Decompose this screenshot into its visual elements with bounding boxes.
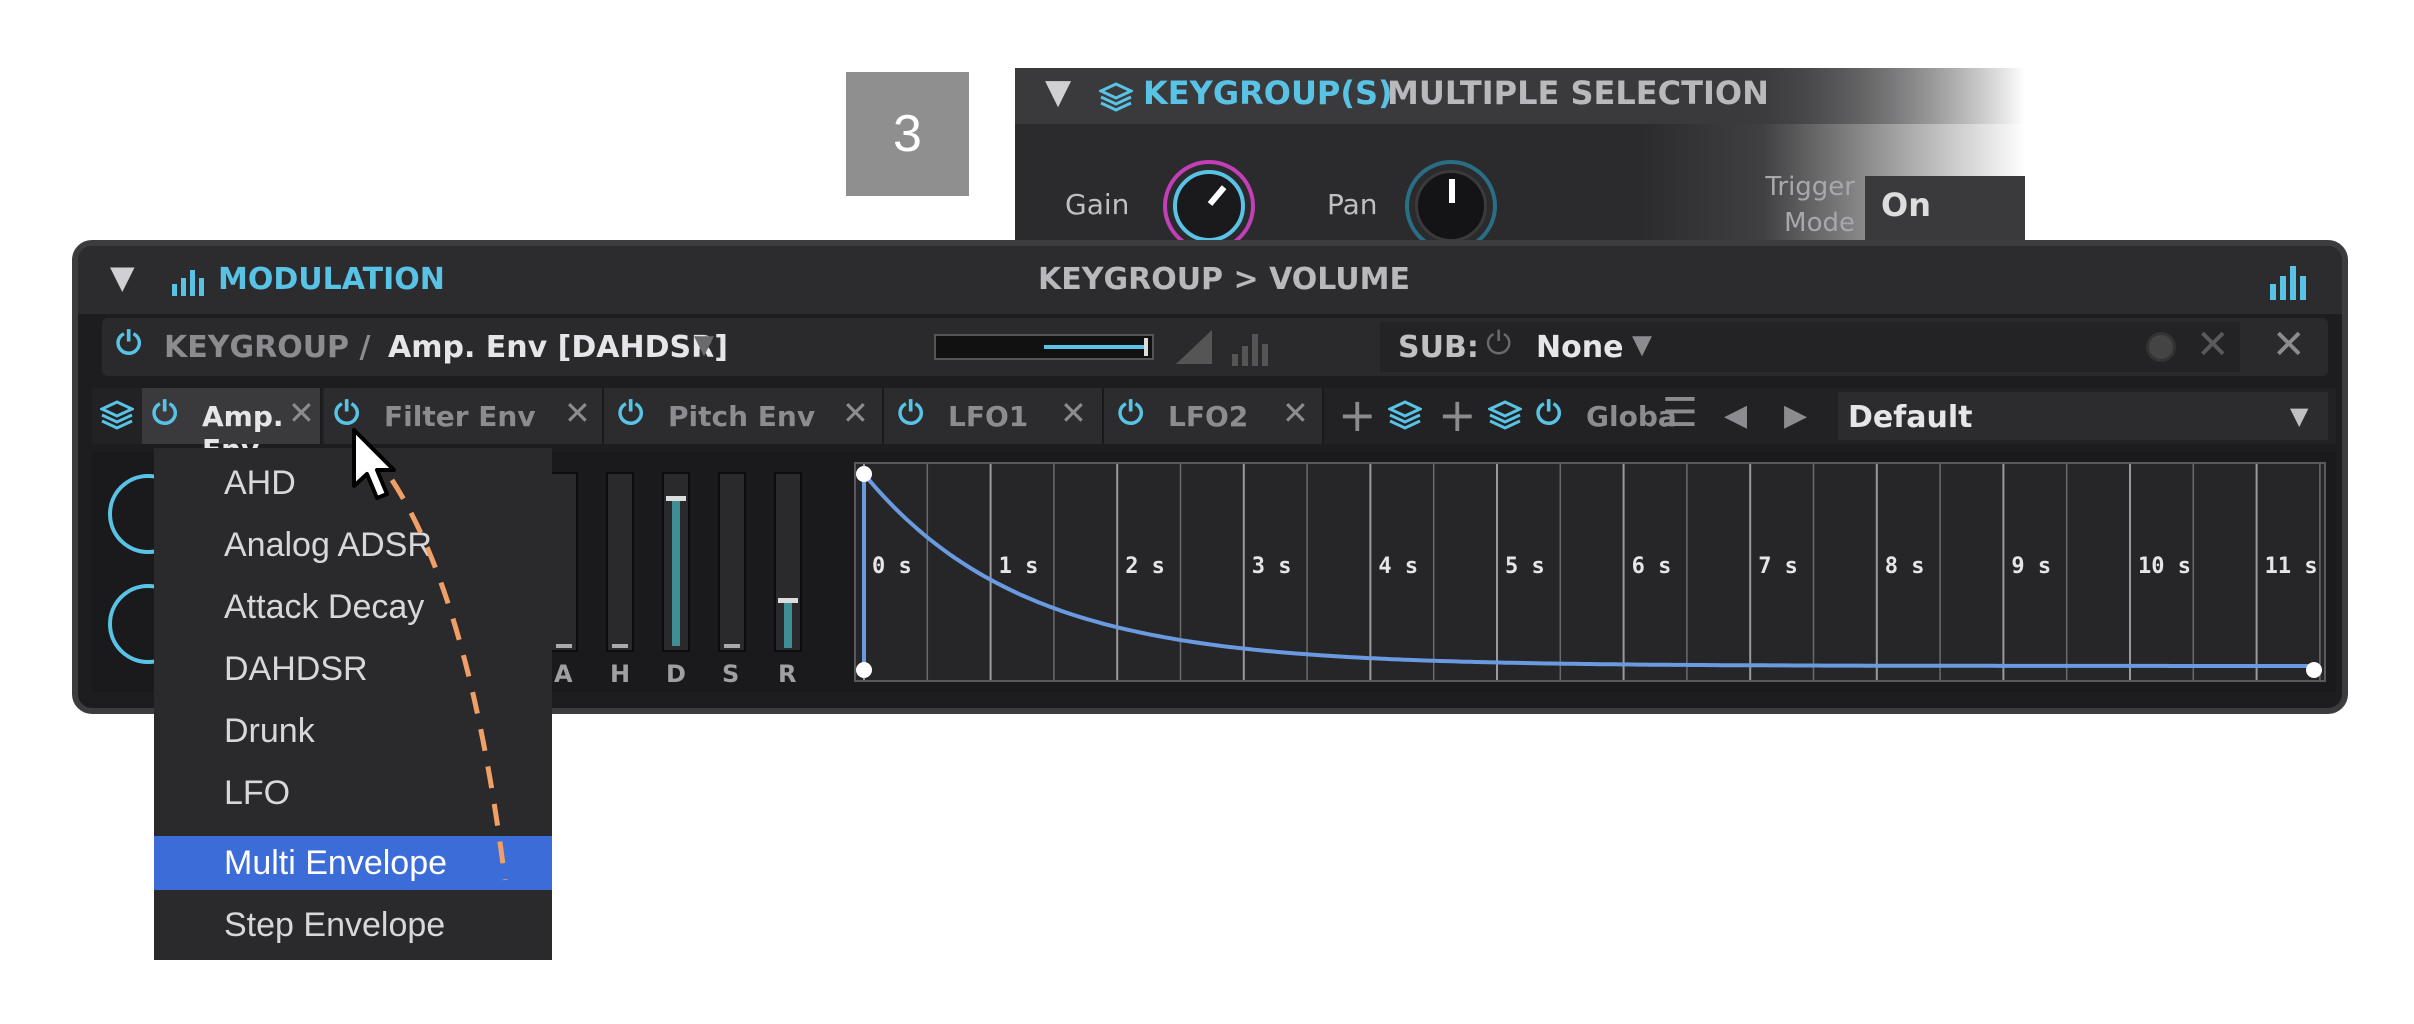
annotation-arrow (389, 478, 508, 881)
mouse-cursor-icon (352, 428, 396, 500)
